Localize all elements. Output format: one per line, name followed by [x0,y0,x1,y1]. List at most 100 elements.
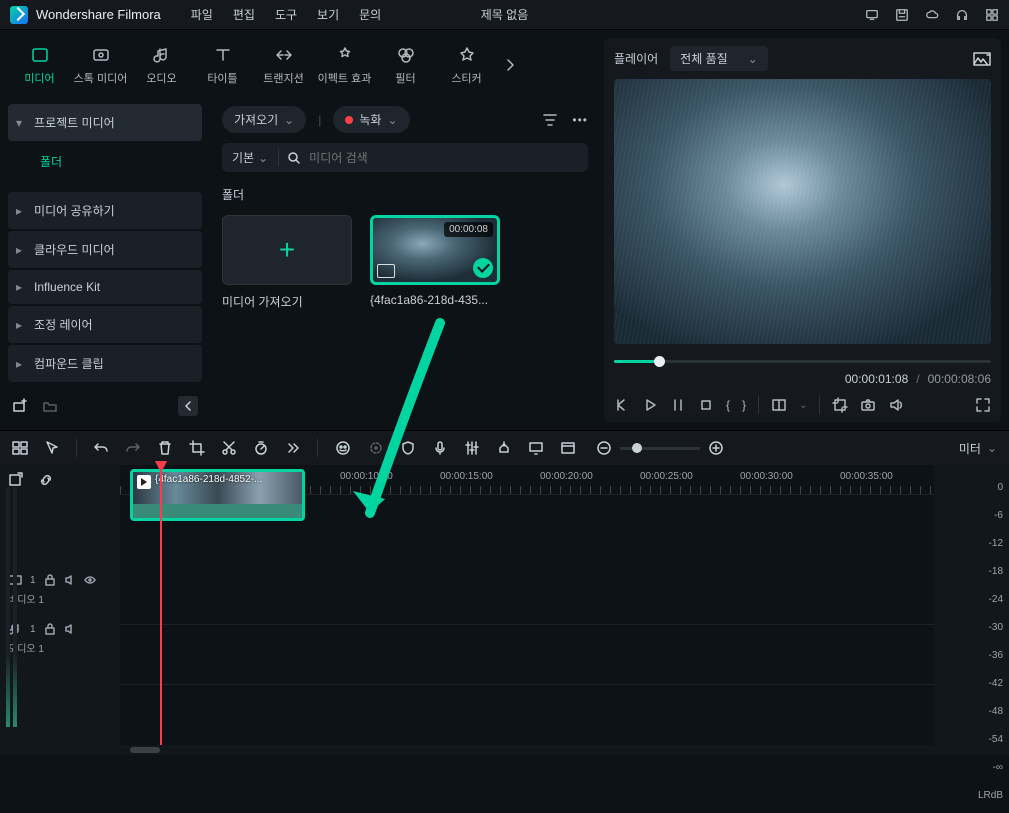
zoom-slider[interactable] [620,447,700,450]
fullscreen-icon[interactable] [975,397,991,413]
lock-icon[interactable] [44,574,56,586]
undo-icon[interactable] [93,440,109,456]
mute-icon[interactable] [64,574,76,586]
render-icon[interactable] [560,440,576,456]
headphones-icon[interactable] [955,8,969,22]
check-icon [473,258,493,278]
crop-icon[interactable] [832,397,848,413]
audio-track-header[interactable]: 1 오디오 1 [0,614,120,663]
meter-mark: -18 [989,557,1003,585]
play-icon[interactable] [642,397,658,413]
snapshot-icon[interactable] [973,52,991,66]
layout-icon[interactable] [771,397,787,413]
meters-label[interactable]: 미터 [959,440,981,457]
tab-effects[interactable]: 이펙트 효과 [317,40,372,90]
mute-icon[interactable] [64,623,76,635]
menu-file[interactable]: 파일 [191,6,213,23]
monitor-tl-icon[interactable] [528,440,544,456]
marker-icon[interactable] [496,440,512,456]
folder-icon[interactable] [42,398,58,414]
volume-icon[interactable] [888,397,904,413]
sidebar-folder[interactable]: 폴더 [8,143,202,180]
tabs-more[interactable] [500,40,520,90]
tab-media[interactable]: 미디어 [12,40,67,90]
target-icon[interactable] [368,440,384,456]
video-track-header[interactable]: 1 비디오 1 [0,565,120,614]
stop-icon[interactable] [698,397,714,413]
playhead[interactable] [160,465,162,745]
crop-tool-icon[interactable] [189,440,205,456]
cloud-icon[interactable] [925,8,939,22]
camera-icon[interactable] [860,397,876,413]
chevron-down-icon: ⌄ [284,113,294,127]
chevron-right-icon: ▸ [16,318,22,332]
sidebar-adjust[interactable]: ▸ 조정 레이어 [8,306,202,343]
more-tools-icon[interactable] [285,440,301,456]
menu-help[interactable]: 문의 [359,6,381,23]
record-button[interactable]: 녹화 ⌄ [333,106,409,133]
meter-mark: 0 [997,473,1003,501]
ai-icon[interactable] [334,439,352,457]
sidebar-collapse-button[interactable] [178,396,198,416]
sidebar-compound[interactable]: ▸ 컴파운드 클립 [8,345,202,382]
eye-icon[interactable] [84,574,96,586]
tab-transitions[interactable]: 트랜지션 [256,40,311,90]
menu-tools[interactable]: 도구 [275,6,297,23]
new-folder-icon[interactable] [12,398,28,414]
titlebar: Wondershare Filmora 파일 편집 도구 보기 문의 제목 없음 [0,0,1009,30]
menu-edit[interactable]: 편집 [233,6,255,23]
cut-icon[interactable] [221,440,237,456]
audio-track[interactable] [120,625,934,685]
folder-heading: 폴더 [222,186,588,203]
import-button[interactable]: 가져오기 ⌄ [222,106,306,133]
scrollbar-thumb[interactable] [130,747,160,753]
prev-frame-icon[interactable] [614,397,630,413]
filter-icon[interactable] [542,112,558,128]
pointer-icon[interactable] [44,440,60,456]
more-icon[interactable]: ••• [572,113,588,127]
zoom-out-icon[interactable] [596,440,612,456]
sidebar-share[interactable]: ▸ 미디어 공유하기 [8,192,202,229]
sidebar-influence[interactable]: ▸ Influence Kit [8,270,202,304]
monitor-icon[interactable] [865,8,879,22]
bracket-open-icon[interactable]: { [726,398,730,412]
timeline-clip[interactable]: {4fac1a86-218d-4852-... [130,469,305,521]
zoom-in-icon[interactable] [708,440,724,456]
quality-select[interactable]: 전체 품질 ⌄ [670,46,768,71]
bracket-close-icon[interactable]: } [742,398,746,412]
save-icon[interactable] [895,8,909,22]
link-icon[interactable] [38,472,54,488]
video-preview[interactable] [614,79,991,344]
tab-audio[interactable]: 오디오 [134,40,189,90]
lock-icon[interactable] [44,623,56,635]
chevron-down-icon: ⌄ [387,113,397,127]
import-tile[interactable]: + 미디어 가져오기 [222,215,352,310]
progress-bar[interactable] [614,354,991,368]
grid-icon[interactable] [985,8,999,22]
mixer-icon[interactable] [464,440,480,456]
mic-icon[interactable] [432,440,448,456]
tab-filters[interactable]: 필터 [378,40,433,90]
speed-icon[interactable] [253,440,269,456]
media-clip-tile[interactable]: 00:00:08 {4fac1a86-218d-435... [370,215,500,310]
layout-toggle-icon[interactable] [12,440,28,456]
add-track-icon[interactable] [8,472,24,488]
shield-icon[interactable] [400,440,416,456]
tab-stock[interactable]: 스톡 미디어 [73,40,128,90]
delete-icon[interactable] [157,440,173,456]
redo-icon[interactable] [125,440,141,456]
sort-basic[interactable]: 기본 ⌄ [232,149,279,166]
tab-titles[interactable]: 타이틀 [195,40,250,90]
sidebar-cloud[interactable]: ▸ 클라우드 미디어 [8,231,202,268]
sidebar-project-media[interactable]: ▾ 프로젝트 미디어 [8,104,202,141]
audio-meters: 0-6-12-18-24-30-36-42-48-54-∞LRdB [934,465,1009,745]
tab-stickers[interactable]: 스티커 [439,40,494,90]
media-search-input[interactable] [309,151,464,165]
timeline-main[interactable]: 00:0000:00:05:0000:00:10:0000:00:15:0000… [120,465,934,745]
chevron-down-icon[interactable]: ⌄ [799,400,807,411]
meter-mark: -42 [989,669,1003,697]
pause-icon[interactable] [670,397,686,413]
progress-knob[interactable] [654,356,665,367]
video-track[interactable]: {4fac1a86-218d-4852-... [120,565,934,625]
menu-view[interactable]: 보기 [317,6,339,23]
